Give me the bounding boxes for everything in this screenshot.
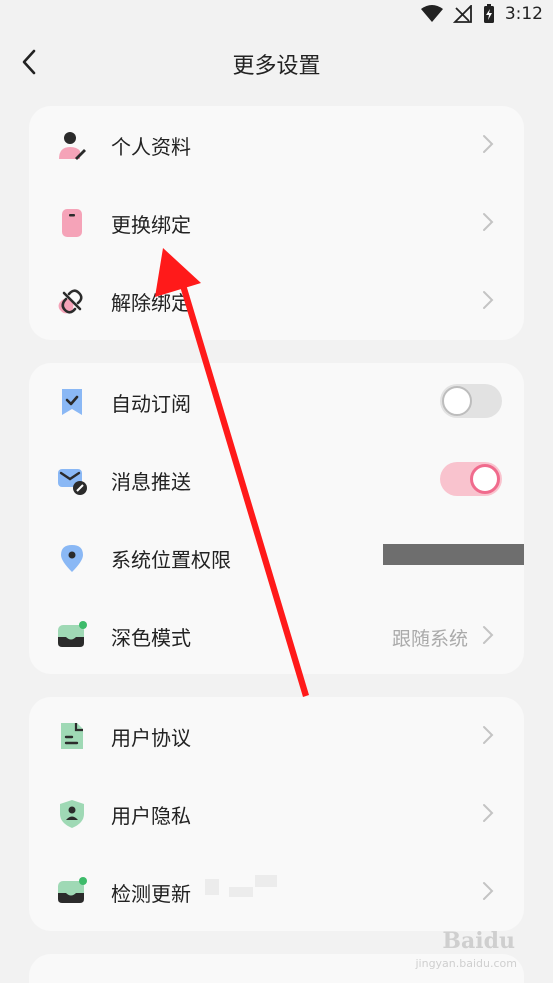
unbind-row[interactable]: 解除绑定 xyxy=(29,262,524,340)
location-pin-icon xyxy=(61,545,83,572)
chevron-right-icon xyxy=(483,882,494,900)
push-notify-toggle[interactable] xyxy=(440,462,502,496)
user-agreement-row[interactable]: 用户协议 xyxy=(29,697,524,775)
status-bar: 3:12 xyxy=(0,0,553,32)
toggle-knob xyxy=(470,464,500,494)
user-privacy-label: 用户隐私 xyxy=(111,804,191,828)
auto-subscribe-row: 自动订阅 xyxy=(29,363,524,441)
page-title: 更多设置 xyxy=(232,54,321,79)
dark-mode-row[interactable]: 深色模式 跟随系统 xyxy=(29,597,524,675)
location-permission-row[interactable]: 系统位置权限 xyxy=(29,519,524,597)
toggle-knob xyxy=(442,386,472,416)
redacted-value xyxy=(383,544,524,565)
user-agreement-label: 用户协议 xyxy=(111,726,191,750)
baidu-watermark: Baidu xyxy=(442,928,515,954)
signal-off-icon xyxy=(452,5,472,23)
auto-subscribe-label: 自动订阅 xyxy=(111,392,191,416)
auto-subscribe-toggle[interactable] xyxy=(440,384,502,418)
chevron-right-icon xyxy=(483,626,494,644)
check-update-label: 检测更新 xyxy=(111,882,191,906)
check-update-row[interactable]: 检测更新 xyxy=(29,853,524,931)
dark-mode-label: 深色模式 xyxy=(111,626,191,650)
preferences-card: 自动订阅 消息推送 系统位置权限 深色模式 跟随系统 xyxy=(29,363,524,674)
push-notify-label: 消息推送 xyxy=(111,470,191,494)
dark-mode-icon xyxy=(58,621,87,647)
dark-mode-value: 跟随系统 xyxy=(391,628,468,650)
chevron-right-icon xyxy=(483,135,494,153)
mail-edit-icon xyxy=(58,469,87,495)
battery-charging-icon xyxy=(483,4,494,23)
document-icon xyxy=(61,723,83,749)
push-notify-row: 消息推送 xyxy=(29,441,524,519)
chevron-right-icon xyxy=(483,804,494,822)
obscured-text xyxy=(255,875,277,887)
change-binding-label: 更换绑定 xyxy=(111,213,191,237)
shield-user-icon xyxy=(60,800,84,828)
obscured-text xyxy=(229,887,253,897)
status-icons: 3:12 xyxy=(420,4,543,24)
top-bar: 更多设置 xyxy=(0,36,553,88)
about-card: 用户协议 用户隐私 检测更新 xyxy=(29,697,524,931)
chevron-right-icon xyxy=(483,726,494,744)
profile-row[interactable]: 个人资料 xyxy=(29,106,524,184)
location-permission-label: 系统位置权限 xyxy=(111,548,231,572)
status-time: 3:12 xyxy=(504,4,543,24)
chevron-right-icon xyxy=(483,213,494,231)
profile-label: 个人资料 xyxy=(111,135,191,159)
user-privacy-row[interactable]: 用户隐私 xyxy=(29,775,524,853)
unlink-icon xyxy=(58,289,83,314)
change-binding-row[interactable]: 更换绑定 xyxy=(29,184,524,262)
account-card: 个人资料 更换绑定 解除绑定 xyxy=(29,106,524,340)
obscured-text xyxy=(205,879,219,895)
baidu-watermark-sub: jingyan.baidu.com xyxy=(415,957,517,970)
unbind-label: 解除绑定 xyxy=(111,291,191,315)
update-icon xyxy=(58,877,87,903)
chevron-right-icon xyxy=(483,291,494,309)
bookmark-check-icon xyxy=(62,389,82,415)
wifi-icon xyxy=(420,5,443,22)
phone-icon xyxy=(62,209,82,237)
profile-edit-icon xyxy=(59,132,86,160)
